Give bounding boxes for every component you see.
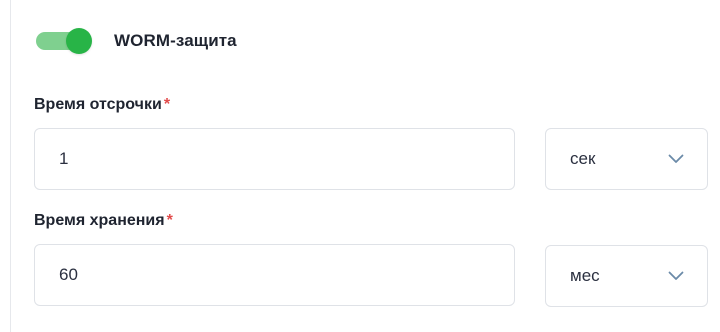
grace-period-input[interactable]: 1 [34, 128, 515, 190]
toggle-knob [66, 28, 92, 54]
chevron-down-icon [667, 153, 685, 165]
grace-period-unit-value: сек [570, 149, 596, 168]
worm-toggle[interactable] [36, 26, 94, 56]
panel-divider [10, 0, 11, 332]
chevron-down-icon [667, 270, 685, 282]
grace-period-label-text: Время отсрочки [34, 96, 162, 113]
grace-period-label: Время отсрочки * [34, 96, 170, 114]
required-mark: * [166, 212, 173, 229]
worm-toggle-label: WORM-защита [114, 31, 237, 50]
grace-period-value: 1 [59, 149, 69, 168]
retention-period-input[interactable]: 60 [34, 244, 515, 306]
grace-period-unit-select[interactable]: сек [545, 128, 708, 190]
retention-period-unit-value: мес [570, 266, 600, 285]
retention-period-label-text: Время хранения [34, 212, 165, 229]
retention-period-unit-select[interactable]: мес [545, 245, 708, 307]
worm-toggle-row: WORM-защита [36, 26, 237, 56]
retention-period-value: 60 [59, 265, 78, 284]
worm-settings-panel: WORM-защита Время отсрочки * 1 сек Время … [0, 0, 720, 332]
required-mark: * [163, 96, 171, 113]
retention-period-label: Время хранения * [34, 212, 173, 230]
